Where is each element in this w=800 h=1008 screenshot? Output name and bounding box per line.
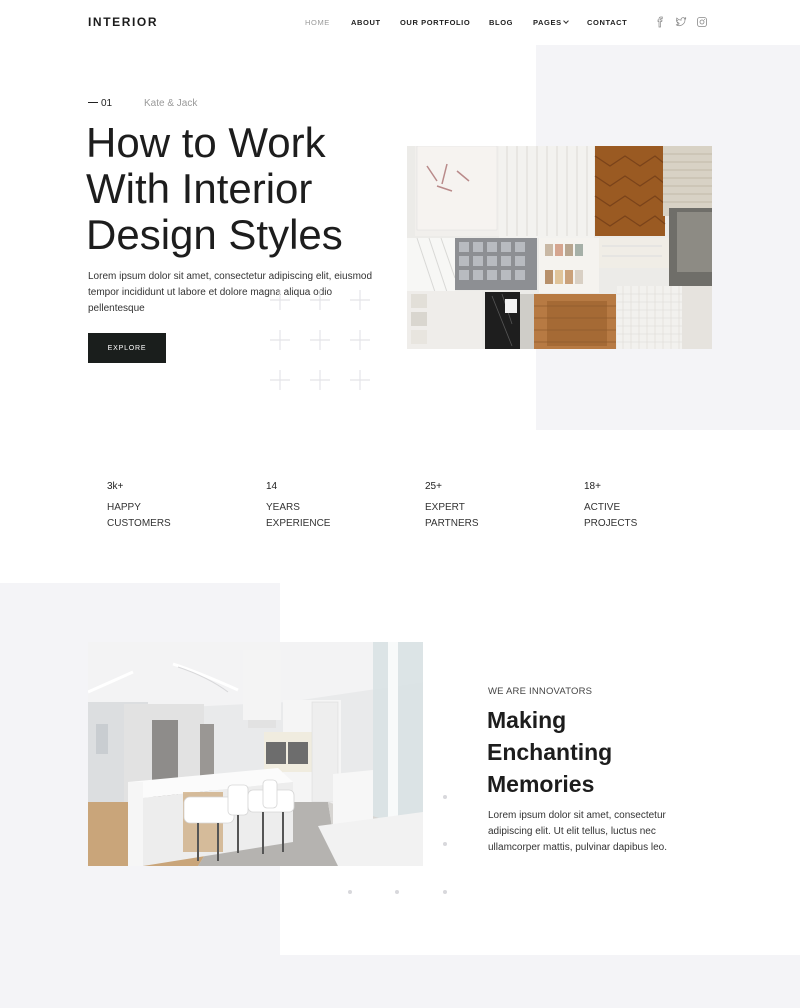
decorative-dot: [443, 795, 447, 799]
stat-years-experience: 14 YEARS EXPERIENCE: [266, 481, 386, 532]
feature-title: Making Enchanting Memories: [487, 707, 613, 797]
slide-number: 01: [101, 98, 113, 109]
nav-contact[interactable]: CONTACT: [587, 18, 627, 27]
stat-label: ACTIVE PROJECTS: [584, 502, 638, 529]
stat-value: 14: [266, 481, 278, 492]
nav-portfolio[interactable]: OUR PORTFOLIO: [400, 18, 470, 27]
stat-label: HAPPY CUSTOMERS: [107, 502, 171, 529]
hero-title: How to Work With Interior Design Styles: [86, 119, 343, 258]
stat-value: 18+: [584, 481, 601, 492]
decorative-dot: [443, 890, 447, 894]
chevron-down-icon: [562, 18, 569, 24]
site-logo[interactable]: INTERIOR: [88, 15, 158, 29]
stat-happy-customers: 3k+ HAPPY CUSTOMERS: [107, 481, 227, 532]
feature-description: Lorem ipsum dolor sit amet, consectetur …: [488, 810, 667, 853]
hero-author: Kate & Jack: [144, 98, 198, 109]
stat-label: YEARS EXPERIENCE: [266, 502, 331, 529]
twitter-icon[interactable]: [675, 16, 687, 28]
feature-kicker: WE ARE INNOVATORS: [488, 686, 593, 697]
stat-label: EXPERT PARTNERS: [425, 502, 479, 529]
white-kitchen-photo: [88, 642, 423, 866]
material-samples-photo: [407, 146, 712, 349]
slide-index: 01: [88, 98, 112, 109]
decorative-dot: [443, 842, 447, 846]
index-dash: [88, 101, 98, 103]
nav-pages-label: PAGES: [533, 18, 562, 27]
nav-home[interactable]: HOME: [305, 18, 330, 27]
stat-active-projects: 18+ ACTIVE PROJECTS: [584, 481, 704, 532]
material-samples-illustration: [407, 146, 712, 349]
instagram-icon[interactable]: [696, 16, 708, 28]
decorative-dot: [395, 890, 399, 894]
site-header: INTERIOR HOME ABOUT OUR PORTFOLIO BLOG P…: [0, 0, 800, 45]
nav-about[interactable]: ABOUT: [351, 18, 381, 27]
kitchen-illustration: [88, 642, 423, 866]
explore-button[interactable]: EXPLORE: [88, 333, 166, 363]
decorative-plus-grid: [270, 290, 370, 390]
stat-value: 3k+: [107, 481, 124, 492]
decorative-dot: [348, 890, 352, 894]
nav-blog[interactable]: BLOG: [489, 18, 513, 27]
stat-expert-partners: 25+ EXPERT PARTNERS: [425, 481, 545, 532]
nav-pages[interactable]: PAGES: [533, 18, 569, 27]
stat-value: 25+: [425, 481, 442, 492]
facebook-icon[interactable]: [654, 16, 666, 28]
